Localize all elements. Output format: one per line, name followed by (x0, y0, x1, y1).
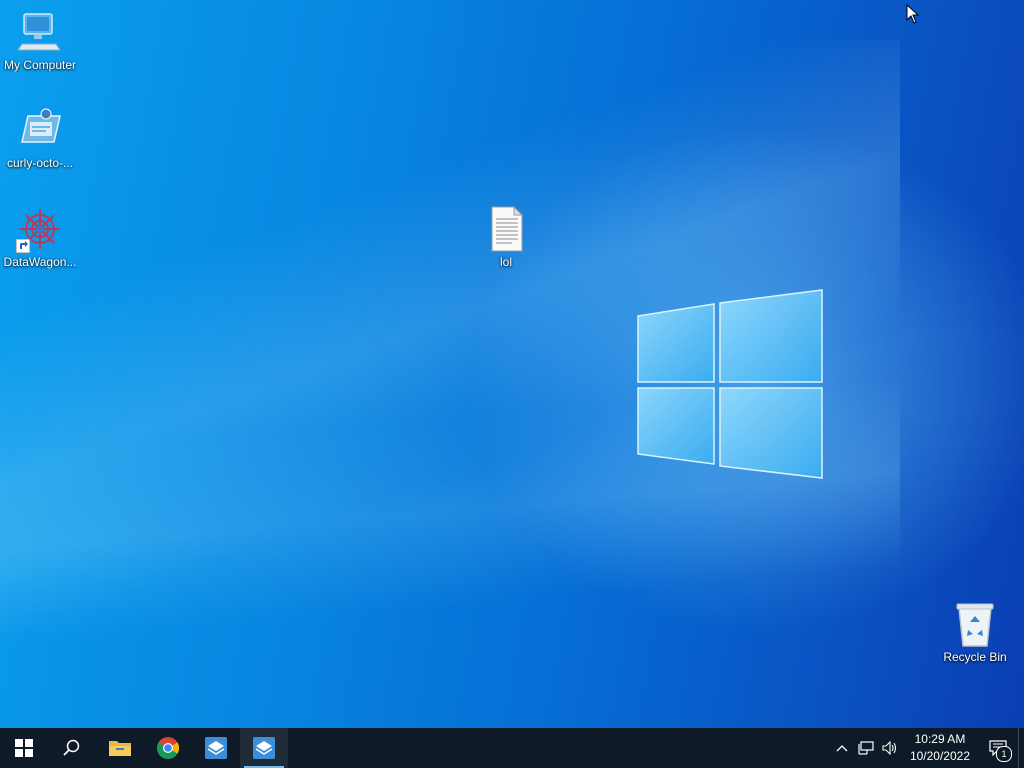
show-hidden-icons-button[interactable] (830, 728, 854, 768)
desktop-icon-label: curly-octo-... (6, 156, 73, 170)
desktop-icon-label: lol (499, 255, 512, 269)
taskbar: 10:29 AM 10/20/2022 1 (0, 728, 1024, 768)
desktop-icon-my-computer[interactable]: My Computer (0, 8, 80, 72)
app-icon (205, 737, 227, 759)
windows-logo-wallpaper (637, 289, 823, 479)
clock[interactable]: 10:29 AM 10/20/2022 (902, 731, 978, 765)
search-button[interactable] (48, 728, 96, 768)
chrome-button[interactable] (144, 728, 192, 768)
notification-count-badge: 1 (996, 746, 1012, 762)
clock-date: 10/20/2022 (909, 749, 970, 763)
chevron-up-icon (836, 745, 848, 752)
volume-icon (882, 741, 896, 755)
text-document-icon (482, 205, 530, 253)
file-explorer-icon (109, 741, 131, 756)
start-icon (15, 739, 33, 757)
network-icon (858, 741, 874, 755)
shortcut-arrow-icon (16, 239, 30, 253)
show-desktop-button[interactable] (1018, 728, 1024, 768)
clock-time: 10:29 AM (914, 732, 966, 746)
computer-icon (16, 8, 64, 56)
app-button-1[interactable] (192, 728, 240, 768)
mouse-cursor-icon (906, 4, 920, 24)
desktop-icon-label: DataWagon... (3, 255, 77, 269)
system-tray: 10:29 AM 10/20/2022 1 (830, 728, 1024, 768)
action-center-button[interactable]: 1 (978, 728, 1018, 768)
recycle-bin-icon (951, 600, 999, 648)
start-button[interactable] (0, 728, 48, 768)
desktop-icon-label: Recycle Bin (943, 650, 1007, 664)
desktop-icon-lol[interactable]: lol (466, 205, 546, 269)
desktop-icon-datawagon[interactable]: DataWagon... (0, 205, 80, 269)
volume-button[interactable] (878, 728, 902, 768)
desktop-icon-curly-octo[interactable]: curly-octo-... (0, 106, 80, 170)
network-shortcut-icon (16, 106, 64, 154)
datawagon-icon (16, 205, 64, 253)
file-explorer-button[interactable] (96, 728, 144, 768)
desktop-icon-recycle-bin[interactable]: Recycle Bin (935, 600, 1015, 664)
desktop[interactable]: My Computer curly-octo-... DataWagon... … (0, 0, 1024, 728)
app-button-2-active[interactable] (240, 728, 288, 768)
app-icon-active (253, 737, 275, 759)
search-icon (63, 739, 80, 756)
chrome-icon (157, 737, 179, 759)
network-button[interactable] (854, 728, 878, 768)
desktop-icon-label: My Computer (3, 58, 77, 72)
